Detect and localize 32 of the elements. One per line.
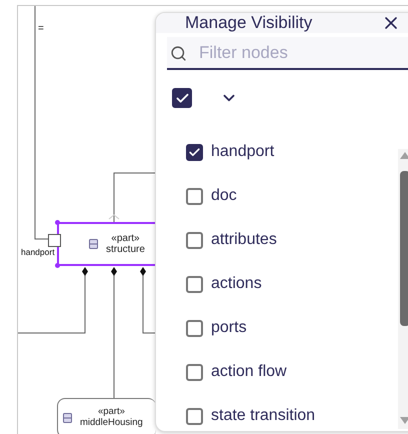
scrollbar[interactable] [398,149,408,429]
checkbox[interactable] [186,188,203,204]
panel-title: Manage Visibility [185,13,314,33]
chevron-icon [108,214,120,220]
item-label: actions [211,275,262,293]
item-label: handport [211,143,274,161]
item-label: ports [211,319,247,337]
item-label: attributes [211,231,277,249]
search-icon [170,45,187,62]
checkbox[interactable] [186,276,203,292]
checkbox[interactable] [186,144,203,160]
select-all-checkbox[interactable] [172,88,192,108]
checkbox[interactable] [186,320,203,336]
scroll-up-icon[interactable] [400,151,408,159]
part-label: «part» structure [106,232,145,256]
equation-label: = [38,23,44,34]
checkbox[interactable] [186,232,203,248]
check-icon [188,146,201,158]
item-label: action flow [211,363,287,381]
scroll-down-icon[interactable] [400,417,408,425]
item-label: state transition [211,407,316,425]
port-square[interactable] [48,234,61,247]
part-node[interactable]: «part» structure [57,222,156,266]
part-icon [89,239,98,249]
part-label: «part» middleHousing [80,407,143,429]
part-icon [63,413,72,423]
checkbox[interactable] [186,364,203,380]
port-label: handport [21,247,55,257]
part-node[interactable]: «part» middleHousing [57,398,156,434]
checkbox[interactable] [186,408,203,424]
item-label: doc [211,187,237,205]
search-field[interactable]: Filter nodes [167,37,408,70]
